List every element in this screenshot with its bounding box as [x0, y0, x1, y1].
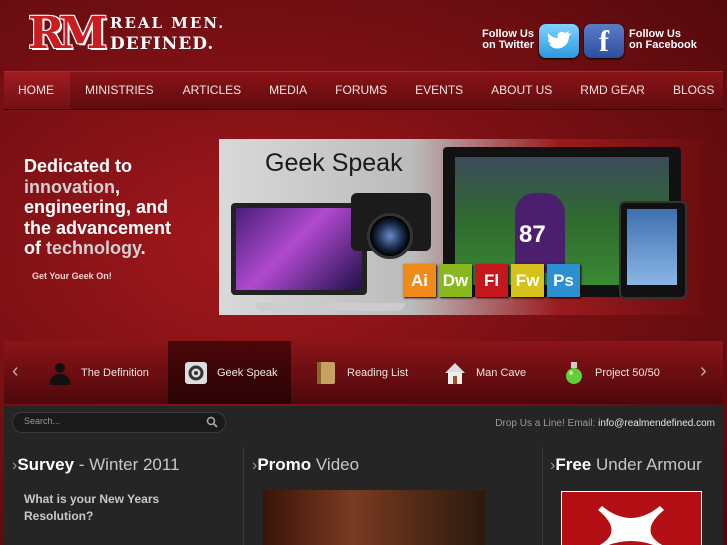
search-placeholder: Search... [24, 416, 61, 426]
hero-line-5: of technology. [24, 238, 214, 259]
house-icon [445, 362, 465, 384]
tab-the-definition[interactable]: The Definition [48, 341, 149, 404]
contact-line: Drop Us a Line! Email: info@realmendefin… [495, 418, 715, 429]
hero-line-3: engineering, and [24, 197, 169, 217]
carousel-next-arrow[interactable]: › [700, 360, 707, 383]
tab-label: Geek Speak [217, 366, 278, 379]
nav-blogs[interactable]: BLOGS [659, 72, 727, 109]
tab-label: Reading List [347, 366, 409, 379]
nav-media[interactable]: MEDIA [255, 72, 321, 109]
logo-tagline-top: REAL MEN. [110, 14, 226, 32]
book-icon [317, 361, 335, 384]
adobe-dw-icon: Dw [439, 264, 472, 297]
free-title: ›Free Under Armour [550, 455, 702, 475]
adobe-ai-icon: Ai [403, 264, 436, 297]
silhouette-icon [50, 362, 70, 385]
tab-geek-speak[interactable]: Geek Speak [168, 341, 291, 404]
hero-line-5-pre: of [24, 238, 46, 258]
nav-forums[interactable]: FORUMS [321, 72, 401, 109]
facebook-icon[interactable]: f [584, 24, 624, 58]
free-title-bold: Free [555, 455, 592, 474]
promo-title: ›Promo Video [252, 455, 359, 475]
search-icon[interactable] [206, 416, 218, 428]
hero-line-4: the advancement [24, 217, 172, 238]
hero-headline: Dedicated to innovation, engineering, an… [24, 156, 214, 259]
hero-line-1: Dedicated to [24, 156, 133, 176]
nav-ministries[interactable]: MINISTRIES [70, 72, 169, 109]
tablet-screen [627, 209, 677, 285]
geek-speak-banner[interactable]: Geek Speak 87 Ai Dw Fl Fw Ps [219, 139, 703, 315]
carousel-prev-arrow[interactable]: ‹ [12, 360, 19, 383]
gear-icon [185, 361, 207, 384]
twitter-follow-line2: on Twitter [482, 39, 534, 51]
tab-label: Project 50/50 [595, 366, 660, 379]
tab-label: Man Cave [476, 366, 527, 379]
adobe-fw-icon: Fw [511, 264, 544, 297]
survey-title: ›Survey - Winter 2011 [12, 455, 180, 475]
jersey-number: 87 [519, 221, 546, 248]
survey-title-bold: Survey [17, 455, 75, 474]
laptop-base [255, 303, 405, 311]
logo-tagline-bottom: DEFINED. [110, 34, 215, 54]
logo-mark: RM [28, 8, 107, 59]
contact-text: Drop Us a Line! Email: [495, 418, 599, 429]
tab-reading-list[interactable]: Reading List [314, 341, 408, 404]
contact-email-link[interactable]: info@realmendefined.com [598, 418, 715, 429]
adobe-ps-icon: Ps [547, 264, 580, 297]
tab-man-cave[interactable]: Man Cave [443, 341, 526, 404]
under-armour-logo[interactable] [561, 491, 702, 545]
hero-cta-link[interactable]: Get Your Geek On! [32, 271, 112, 281]
page: RM REAL MEN. DEFINED. Follow Us on Twitt… [0, 0, 727, 545]
site-logo[interactable]: RM REAL MEN. DEFINED. [28, 8, 223, 59]
banner-title: Geek Speak [265, 149, 403, 177]
twitter-follow-text[interactable]: Follow Us on Twitter [482, 29, 534, 51]
nav-about-us[interactable]: ABOUT US [477, 72, 566, 109]
free-title-rest: Under Armour [591, 455, 702, 474]
nav-home[interactable]: HOME [4, 72, 70, 109]
promo-video-thumbnail[interactable] [263, 490, 485, 545]
survey-title-rest: - Winter 2011 [74, 455, 180, 474]
promo-title-bold: Promo [257, 455, 312, 474]
nav-events[interactable]: EVENTS [401, 72, 477, 109]
adobe-fl-icon: Fl [475, 264, 508, 297]
hero-line-5-post: . [140, 238, 146, 258]
facebook-follow-line2: on Facebook [629, 39, 697, 51]
nav-rmd-gear[interactable]: RMD GEAR [566, 72, 659, 109]
hero-line-2-rest: , [115, 176, 121, 197]
tab-label: The Definition [81, 366, 149, 379]
facebook-follow-text[interactable]: Follow Us on Facebook [629, 29, 697, 51]
tab-project-50-50[interactable]: Project 50/50 [562, 341, 660, 404]
under-armour-icon [598, 506, 664, 545]
camera-lens [367, 213, 413, 259]
hero-line-2: innovation, [24, 177, 214, 198]
hero-highlight-technology: technology [46, 238, 141, 258]
survey-question: What is your New Years Resolution? [24, 492, 160, 523]
laptop-image [231, 203, 367, 295]
nav-articles[interactable]: ARTICLES [169, 72, 255, 109]
hero-highlight-innovation: innovation [24, 176, 115, 197]
twitter-icon[interactable] [539, 24, 579, 58]
promo-title-rest: Video [311, 455, 360, 474]
potion-icon [566, 361, 582, 384]
main-nav: HOME MINISTRIES ARTICLES MEDIA FORUMS EV… [4, 71, 723, 110]
